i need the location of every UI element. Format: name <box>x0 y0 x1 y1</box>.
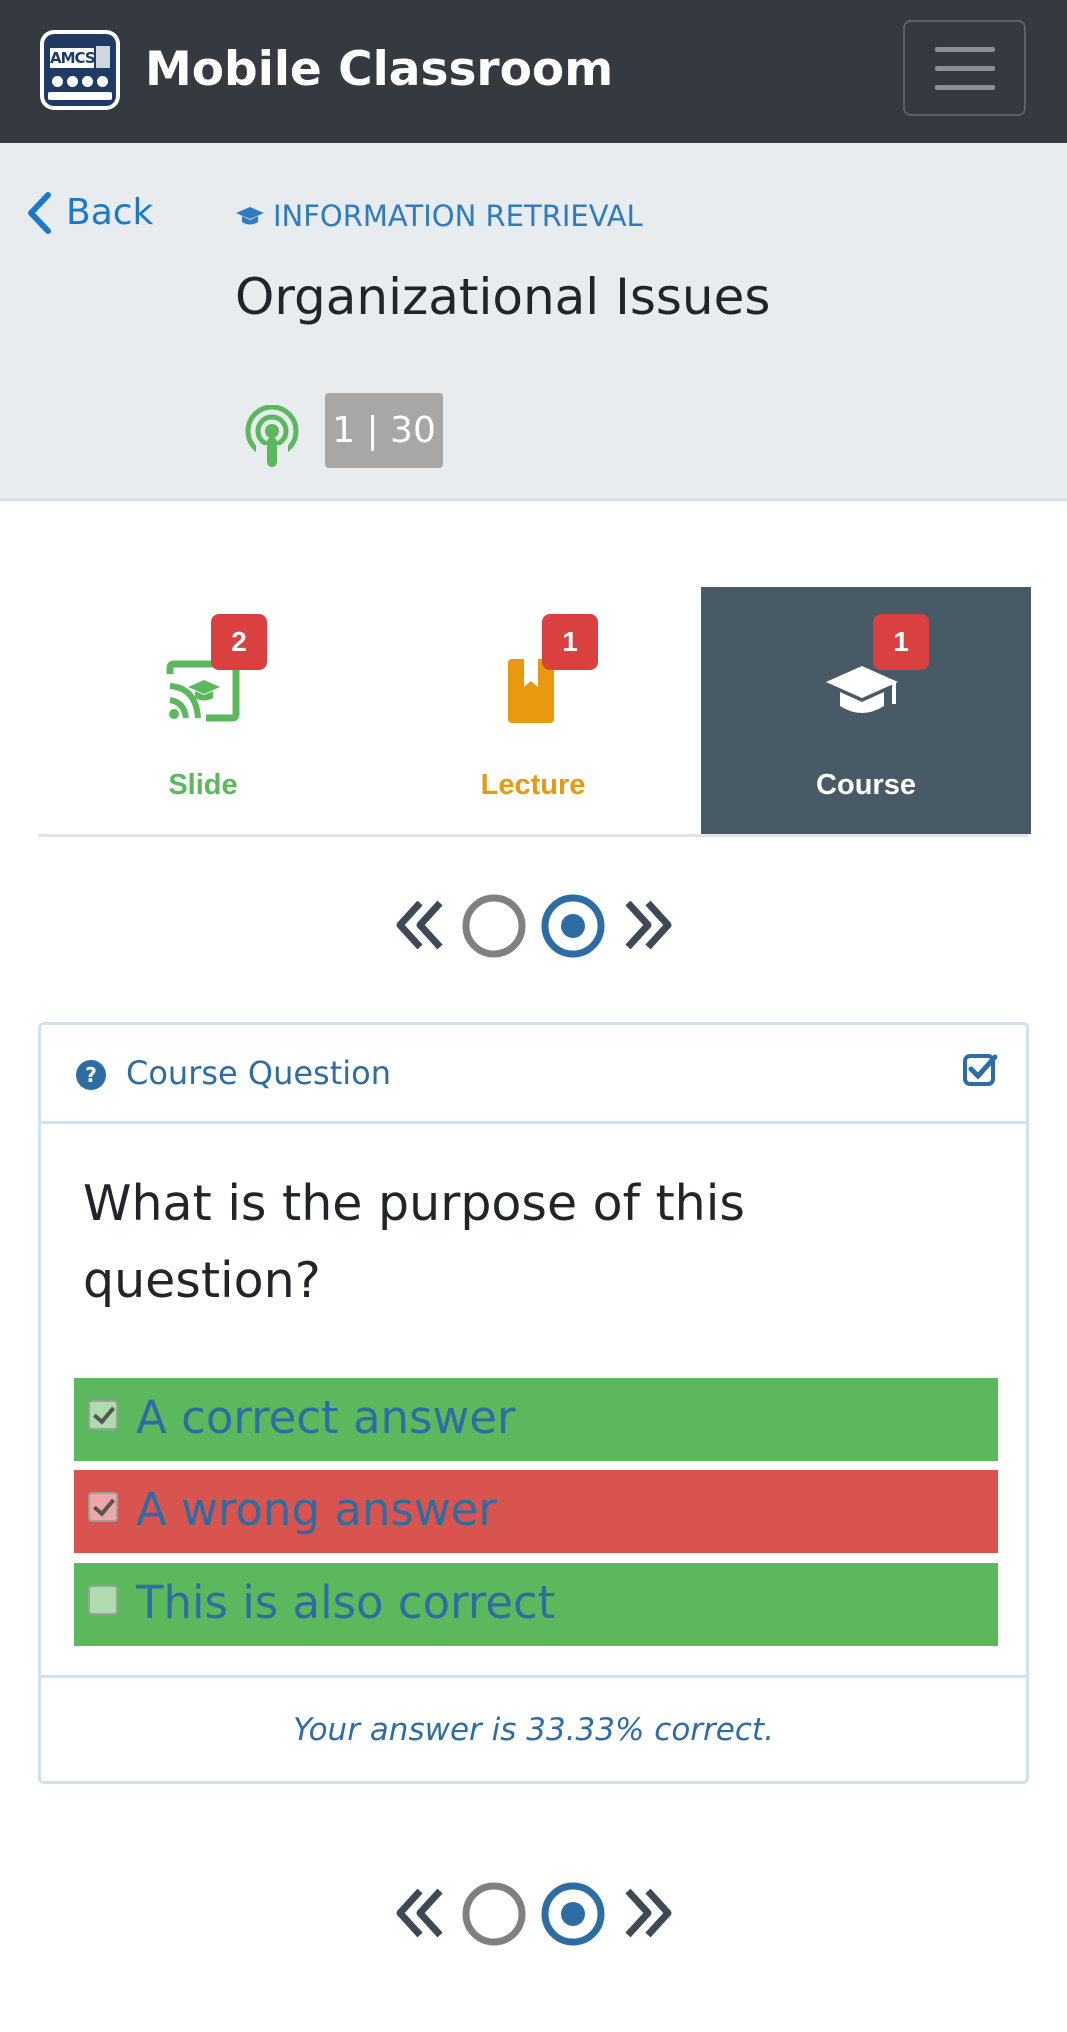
answer-label: A correct answer <box>136 1391 516 1444</box>
podcast-icon[interactable] <box>244 405 300 469</box>
answer-checkbox[interactable] <box>88 1585 118 1615</box>
category-label: INFORMATION RETRIEVAL <box>273 199 643 233</box>
answer-option[interactable]: A wrong answer <box>74 1470 998 1553</box>
slide-count-badge: 2 <box>211 614 267 670</box>
brand-title[interactable]: Mobile Classroom <box>145 40 613 100</box>
chevrons-right-icon[interactable] <box>622 1887 672 1939</box>
menu-toggle-button[interactable] <box>903 20 1026 116</box>
tab-lecture-label: Lecture <box>480 769 586 801</box>
logo-desk <box>48 92 112 100</box>
check-square-icon[interactable] <box>962 1051 998 1087</box>
question-pager-bottom <box>0 1878 1067 1948</box>
logo-text: AMCS <box>50 48 96 68</box>
page-dot-icon[interactable] <box>462 894 526 958</box>
tab-lecture[interactable]: 1 Lecture <box>368 587 698 834</box>
course-category-link[interactable]: INFORMATION RETRIEVAL <box>235 198 643 234</box>
answer-checkbox[interactable] <box>88 1400 118 1430</box>
lesson-header: Back INFORMATION RETRIEVAL Organizationa… <box>0 143 1067 501</box>
course-count-badge: 1 <box>873 614 929 670</box>
question-card: ? Course Question What is the purpose of… <box>38 1022 1029 1784</box>
logo-badge: AMCS <box>44 34 116 106</box>
hamburger-icon <box>935 85 995 90</box>
graduation-cap-icon <box>236 207 264 225</box>
page-dot-active-icon[interactable] <box>541 1882 605 1946</box>
back-button[interactable]: Back <box>26 191 153 235</box>
back-label: Back <box>66 192 154 233</box>
page-dot-icon[interactable] <box>462 1882 526 1946</box>
chevrons-right-icon[interactable] <box>622 899 672 951</box>
page-dot-active-icon[interactable] <box>541 894 605 958</box>
lecture-count-badge: 1 <box>542 614 598 670</box>
chevrons-left-icon[interactable] <box>396 899 446 951</box>
answer-label: This is also correct <box>136 1576 556 1629</box>
question-text: What is the purpose of this question? <box>83 1175 745 1309</box>
card-header: ? Course Question <box>41 1025 1026 1124</box>
card-title: Course Question <box>126 1054 392 1092</box>
chevron-left-icon <box>28 192 51 234</box>
tab-course[interactable]: 1 Course <box>701 587 1031 834</box>
answer-label: A wrong answer <box>136 1483 497 1536</box>
app-logo[interactable]: AMCS <box>40 30 120 110</box>
question-circle-icon: ? <box>76 1060 106 1090</box>
answer-checkbox[interactable] <box>88 1492 118 1522</box>
navbar: AMCS Mobile Classroom <box>0 0 1067 143</box>
page-title: Organizational Issues <box>235 268 771 326</box>
tab-slide[interactable]: 2 Slide <box>38 587 368 834</box>
tab-slide-label: Slide <box>168 769 238 801</box>
logo-screen <box>96 46 110 68</box>
slide-counter-badge: 1 | 30 <box>325 393 443 468</box>
hamburger-icon <box>935 47 995 52</box>
card-footer: Your answer is 33.33% correct. <box>41 1675 1026 1781</box>
question-pager <box>0 890 1067 960</box>
tab-course-label: Course <box>816 769 916 801</box>
answer-option[interactable]: This is also correct <box>74 1563 998 1646</box>
content-tabs: 2 Slide 1 Lecture 1 Course <box>38 587 1031 837</box>
answer-option[interactable]: A correct answer <box>74 1378 998 1461</box>
hamburger-icon <box>935 66 995 71</box>
chevrons-left-icon[interactable] <box>396 1887 446 1939</box>
graduation-cap-icon <box>826 666 898 713</box>
svg-text:?: ? <box>85 1063 97 1087</box>
result-text: Your answer is 33.33% correct. <box>293 1712 774 1748</box>
